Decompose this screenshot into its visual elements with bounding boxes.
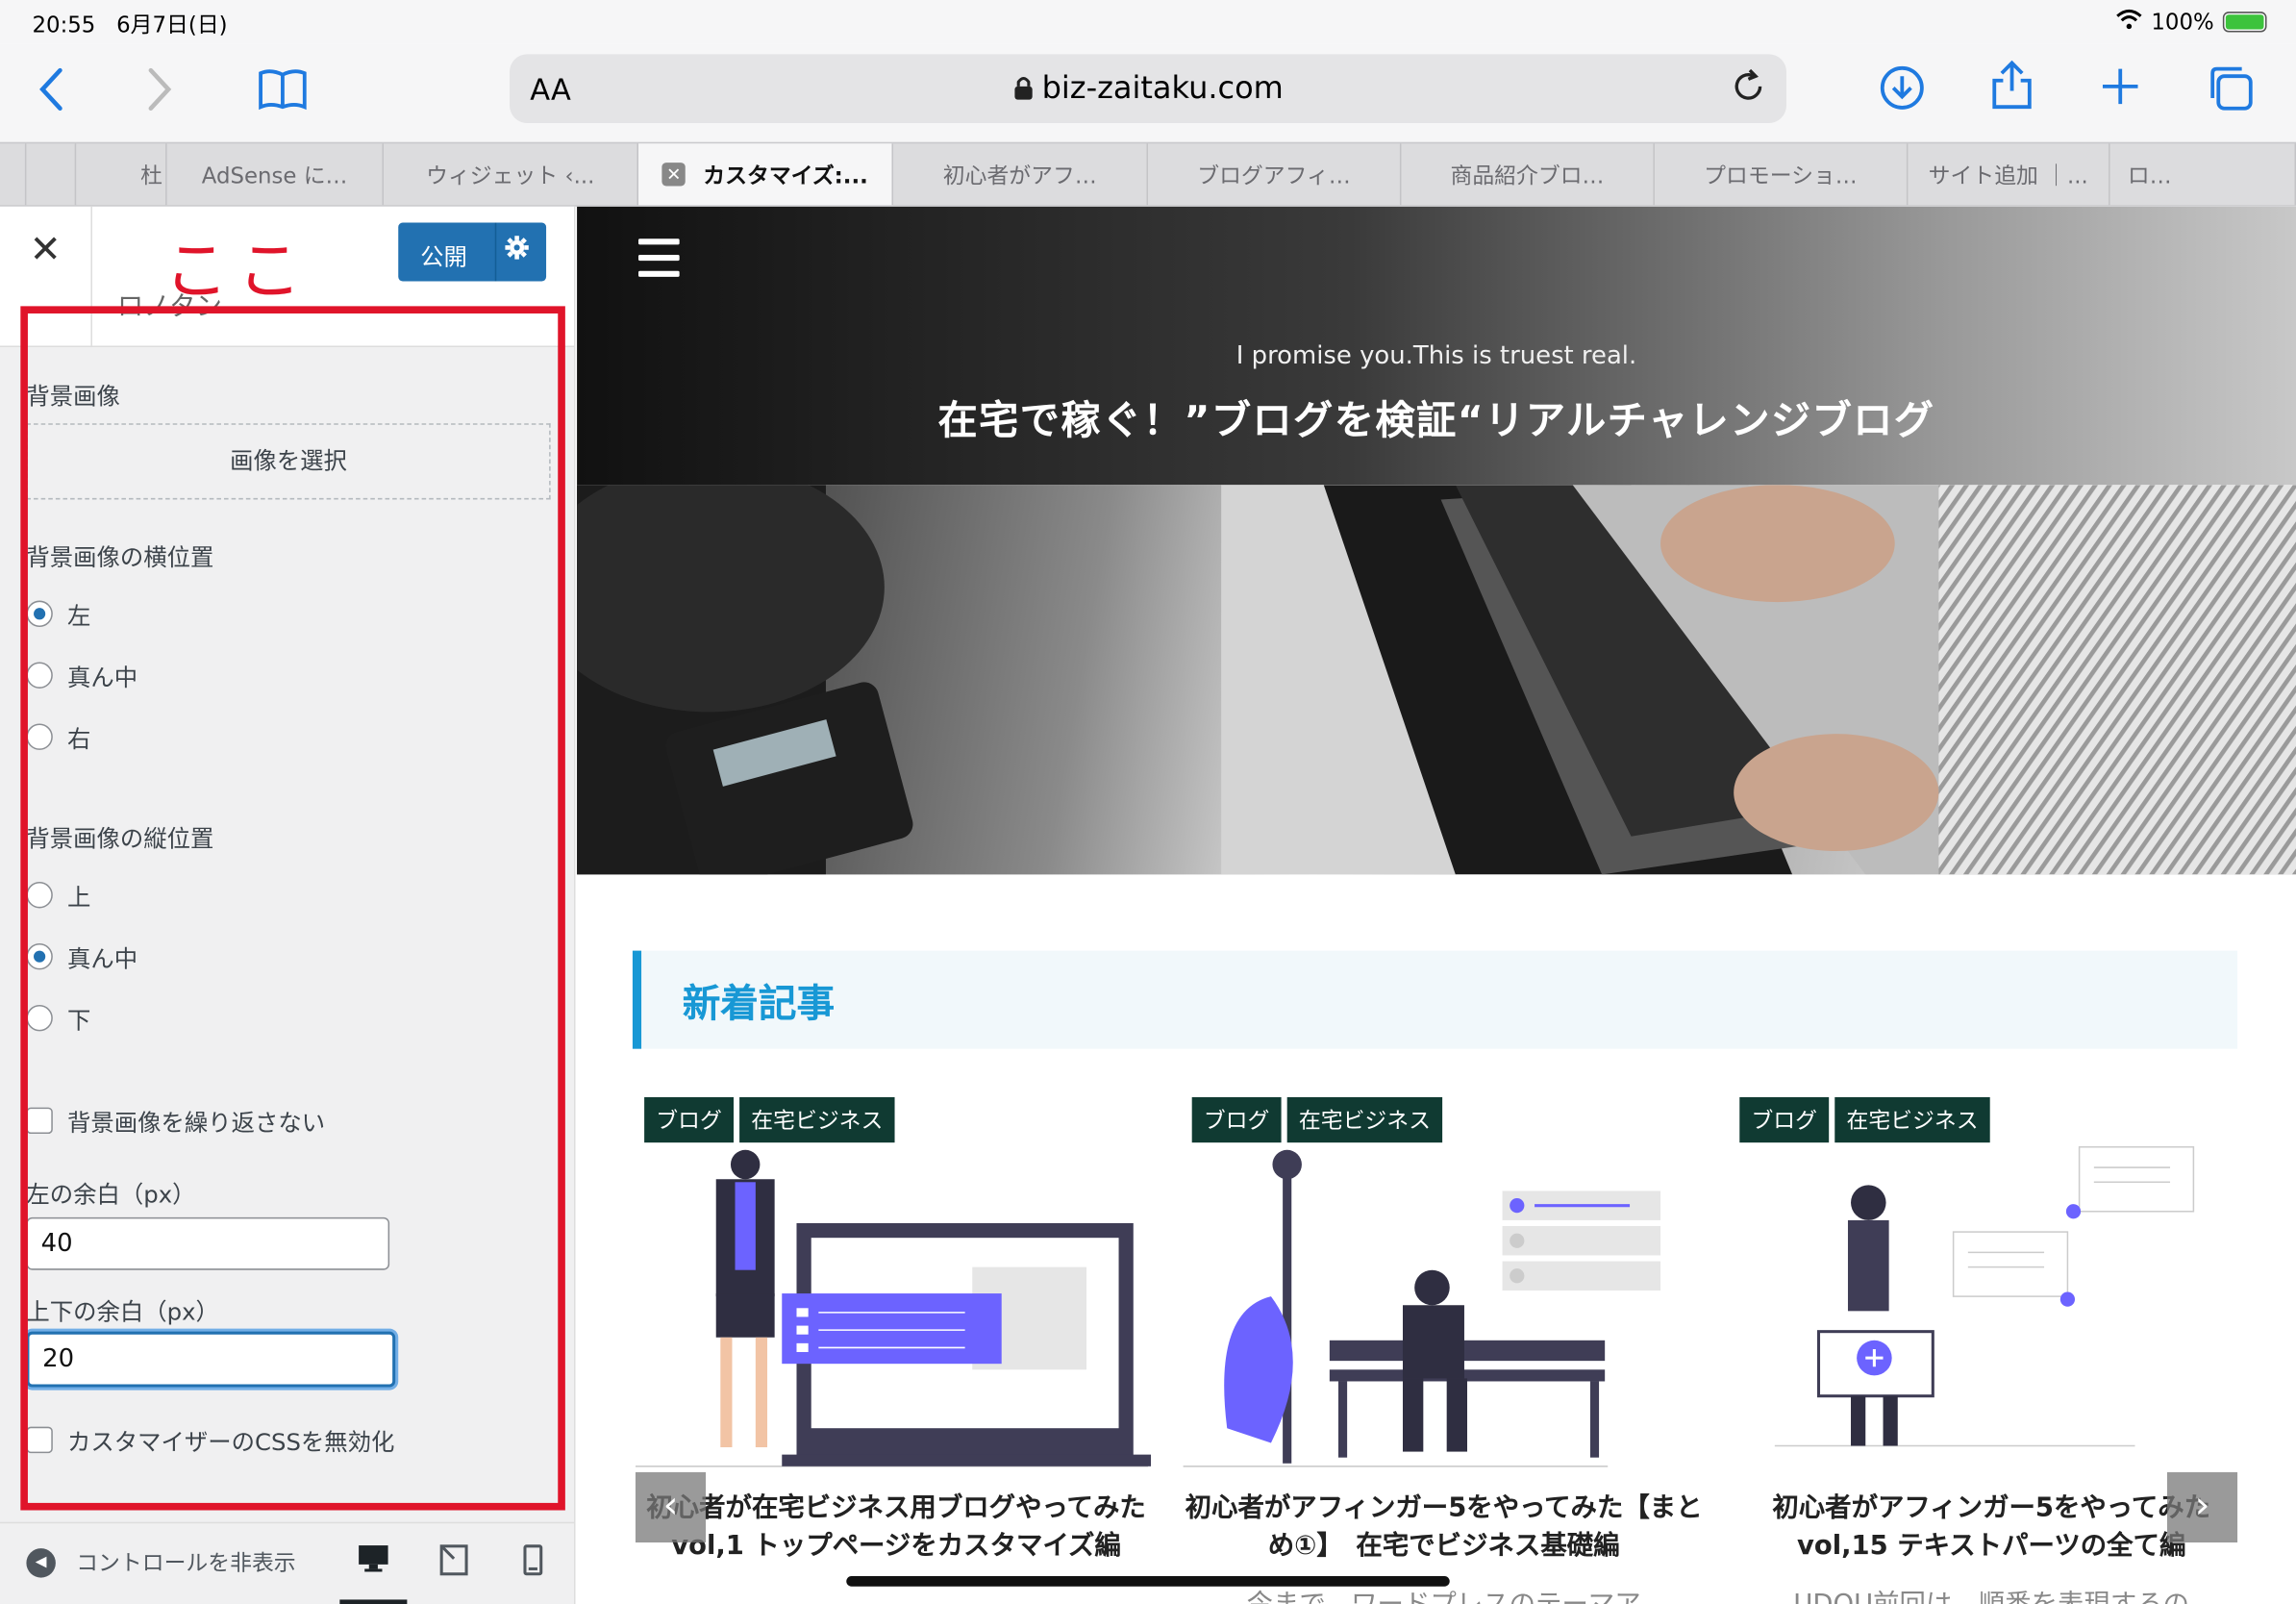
vertical-margin-label: 上下の余白（px） <box>26 1297 219 1326</box>
h-option-center[interactable]: 真ん中 <box>26 658 137 693</box>
card-illustration <box>1183 1136 1705 1472</box>
share-icon[interactable] <box>1990 59 2034 120</box>
left-margin-input[interactable]: 40 <box>26 1216 390 1270</box>
v-position-label: 背景画像の縦位置 <box>26 824 214 853</box>
url-text[interactable]: biz-zaitaku.com <box>510 70 1786 109</box>
radio-top[interactable] <box>26 882 53 909</box>
h-position-label: 背景画像の横位置 <box>26 543 214 572</box>
card-tags: ブログ 在宅ビジネス <box>1191 1096 1443 1143</box>
tag-blog[interactable]: ブログ <box>644 1096 735 1143</box>
tag-blog[interactable]: ブログ <box>1191 1096 1282 1143</box>
customizer-footer: ◀ コントロールを非表示 <box>0 1521 575 1604</box>
header-photo <box>577 485 2296 875</box>
menu-icon[interactable] <box>638 238 680 287</box>
status-right: 100% <box>2116 9 2267 36</box>
card-tags: ブログ 在宅ビジネス <box>644 1096 895 1143</box>
desktop-preview-icon[interactable] <box>339 1544 408 1604</box>
browser-toolbar: AA biz-zaitaku.com <box>0 43 2296 142</box>
card-excerpt: 今まで、ワードプレスのテーマア <box>1184 1584 1705 1604</box>
card-illustration <box>635 1136 1157 1472</box>
tag-home-business[interactable]: 在宅ビジネス <box>1834 1096 1990 1143</box>
vertical-margin-input[interactable]: 20 <box>26 1331 396 1388</box>
post-card[interactable]: ブログ 在宅ビジネス <box>1183 1094 1705 1604</box>
section-subtitle: ロノタン <box>116 291 222 323</box>
radio-left[interactable] <box>26 600 53 627</box>
publish-label: 公開 <box>420 242 467 271</box>
radio-right[interactable] <box>26 723 53 750</box>
slider-next-button[interactable]: › <box>2166 1471 2238 1543</box>
tab-8[interactable]: サイト追加 ｜... <box>1908 143 2110 206</box>
card-title[interactable]: 初心者がアフィンガー5をやってみた【まとめ①】 在宅でビジネス基礎編 <box>1184 1490 1705 1566</box>
site-title[interactable]: 在宅で稼ぐ！”ブログを検証“リアルチャレンジブログ <box>577 388 2296 445</box>
tag-home-business[interactable]: 在宅ビジネス <box>1286 1096 1443 1143</box>
tab-adsense[interactable]: AdSense に… <box>167 143 385 206</box>
radio-middle[interactable] <box>26 942 53 970</box>
disable-css-checkbox[interactable] <box>26 1426 53 1454</box>
v-option-middle[interactable]: 真ん中 <box>26 939 137 974</box>
tab-4[interactable]: 初心者がアフ… <box>893 143 1149 206</box>
download-icon[interactable] <box>1879 64 1926 120</box>
tab-6[interactable]: 商品紹介ブロ… <box>1401 143 1655 206</box>
tab-partial[interactable]: 杜 <box>76 143 167 206</box>
select-image-button[interactable]: 画像を選択 <box>26 423 551 500</box>
customizer-header: ✕ ここ 公開 ロノタン <box>0 206 575 348</box>
customizer-sidebar: ✕ ここ 公開 ロノタン 背景画像 画像を選択 背景画像の横位置 左 真ん中 右… <box>0 206 576 1604</box>
reload-icon[interactable] <box>1731 68 1766 113</box>
wifi-icon <box>2116 9 2142 35</box>
tabs-overview-icon[interactable] <box>2206 63 2256 122</box>
back-icon[interactable] <box>36 64 68 123</box>
no-repeat-option[interactable]: 背景画像を繰り返さない <box>26 1103 325 1139</box>
radio-bottom[interactable] <box>26 1004 53 1032</box>
new-tab-icon[interactable] <box>2098 64 2142 117</box>
left-margin-label: 左の余白（px） <box>26 1180 196 1209</box>
collapse-icon[interactable]: ◀ <box>26 1547 56 1577</box>
tab-9[interactable]: ロ… <box>2110 143 2296 206</box>
tab-7[interactable]: プロモーショ… <box>1655 143 1909 206</box>
status-time: 20:55 6月7日(日) <box>32 12 228 38</box>
tag-blog[interactable]: ブログ <box>1739 1096 1830 1143</box>
tab-strip: 杜 AdSense に… ウィジェット ‹... ✕ カスタマイズ:... 初心者… <box>0 141 2296 207</box>
publish-button[interactable]: 公開 <box>398 222 547 282</box>
h-option-left[interactable]: 左 <box>26 596 90 632</box>
close-customizer-button[interactable]: ✕ <box>0 206 92 348</box>
tab-hidden[interactable] <box>0 143 27 206</box>
bookmarks-icon[interactable] <box>258 67 308 120</box>
mobile-preview-icon[interactable] <box>517 1544 550 1577</box>
status-bar: 20:55 6月7日(日) 100% <box>0 0 2296 44</box>
card-title[interactable]: 初心者が在宅ビジネス用ブログやってみた vol,1 トップページをカスタマイズ編 <box>636 1490 1172 1566</box>
tab-hidden-2[interactable] <box>26 143 77 206</box>
v-option-top[interactable]: 上 <box>26 877 90 913</box>
tablet-preview-icon[interactable] <box>437 1544 470 1577</box>
card-excerpt: UDOU前回は、順番を表現するの <box>1731 1584 2252 1604</box>
gear-icon[interactable] <box>504 235 530 268</box>
forward-icon[interactable] <box>143 64 176 123</box>
card-tags: ブログ 在宅ビジネス <box>1739 1096 1990 1143</box>
tab-widget[interactable]: ウィジェット ‹... <box>384 143 639 206</box>
screen: 20:55 6月7日(日) 100% AA biz-zaitaku.com 杜 … <box>0 0 2296 1604</box>
site-preview: I promise you.This is truest real. 在宅で稼ぐ… <box>577 206 2296 1604</box>
hide-controls-button[interactable]: ◀ コントロールを非表示 <box>26 1547 296 1578</box>
tab-5[interactable]: ブログアフィ… <box>1148 143 1402 206</box>
h-option-right[interactable]: 右 <box>26 719 90 755</box>
close-tab-icon[interactable]: ✕ <box>661 163 686 187</box>
v-option-bottom[interactable]: 下 <box>26 1000 90 1036</box>
new-posts-heading: 新着記事 <box>632 950 2238 1049</box>
post-card[interactable]: ブログ 在宅ビジネス <box>635 1094 1172 1604</box>
no-repeat-checkbox[interactable] <box>26 1107 53 1135</box>
battery-icon <box>2222 12 2267 33</box>
bg-image-label: 背景画像 <box>26 382 120 411</box>
url-bar[interactable]: AA biz-zaitaku.com <box>509 54 1787 123</box>
radio-center[interactable] <box>26 662 53 689</box>
card-illustration <box>1731 1136 2252 1472</box>
site-header: I promise you.This is truest real. 在宅で稼ぐ… <box>577 206 2296 486</box>
lock-icon <box>1012 73 1033 109</box>
site-tagline: I promise you.This is truest real. <box>1235 340 1637 371</box>
disable-css-option[interactable]: カスタマイザーのCSSを無効化 <box>26 1422 394 1458</box>
slider-prev-button[interactable]: ‹ <box>635 1471 707 1543</box>
tag-home-business[interactable]: 在宅ビジネス <box>739 1096 895 1143</box>
home-indicator <box>846 1576 1450 1587</box>
battery-percent: 100% <box>2151 9 2214 36</box>
tab-customize[interactable]: ✕ カスタマイズ:... <box>638 143 894 206</box>
